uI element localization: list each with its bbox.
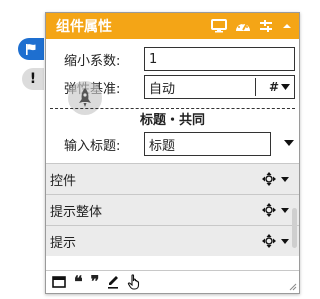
scrollbar[interactable]	[292, 208, 297, 248]
baseline-unit: #	[268, 80, 279, 94]
pen-icon[interactable]	[107, 275, 119, 289]
dashboard-icon[interactable]	[235, 19, 251, 33]
panel-title: 组件属性	[56, 19, 112, 35]
alert-icon: !	[29, 71, 37, 87]
input-title-row: 输入标题: 标题	[46, 129, 299, 159]
component-properties-panel: 组件属性 缩小系数: 1 自动 # 标题・共同 输入标题: 标题 控件 提示整体…	[45, 12, 300, 294]
baseline-select[interactable]: 自动 #	[144, 75, 295, 99]
input-title-field[interactable]: 标题	[144, 132, 294, 156]
group-hint-overall[interactable]: 提示整体	[46, 194, 299, 225]
chevron-down-icon[interactable]	[281, 238, 289, 244]
move-icon[interactable]	[262, 203, 276, 217]
group-label: 提示	[50, 235, 77, 251]
baseline-unit-select[interactable]: #	[269, 76, 290, 98]
section-title: 标题・共同	[46, 107, 299, 129]
scale-row: 缩小系数: 1	[46, 45, 299, 73]
resize-grip-icon[interactable]	[289, 283, 297, 291]
baseline-value: 自动	[149, 81, 176, 97]
rocket-icon	[79, 88, 91, 107]
group-label: 提示整体	[50, 204, 103, 220]
section-title-text: 标题・共同	[139, 112, 205, 128]
group-label: 控件	[50, 173, 77, 189]
open-quote-icon[interactable]: ❝	[74, 274, 83, 290]
scale-input[interactable]: 1	[144, 47, 295, 71]
panel-titlebar[interactable]: 组件属性	[46, 13, 299, 39]
window-icon[interactable]	[52, 276, 66, 288]
group-hint[interactable]: 提示	[46, 225, 299, 256]
chevron-down-icon[interactable]	[281, 207, 289, 213]
close-quote-icon[interactable]: ❞	[91, 274, 100, 290]
input-title-label: 输入标题:	[64, 138, 121, 154]
move-icon[interactable]	[262, 234, 276, 248]
bottom-toolbar: ❝ ❞	[46, 270, 299, 293]
scale-label: 缩小系数:	[64, 53, 121, 69]
flag-icon	[26, 44, 36, 55]
group-controls[interactable]: 控件	[46, 163, 299, 194]
input-title-dropdown-icon[interactable]	[284, 140, 294, 146]
monitor-icon[interactable]	[211, 19, 227, 33]
pointer-hand-icon[interactable]	[127, 274, 141, 290]
input-title-value: 标题	[149, 138, 176, 154]
chevron-down-icon	[281, 84, 290, 90]
alert-tab[interactable]: !	[22, 68, 44, 90]
flag-tab[interactable]	[18, 38, 44, 60]
filter-icon[interactable]	[259, 19, 273, 33]
chevron-down-icon[interactable]	[281, 176, 289, 182]
move-icon[interactable]	[262, 172, 276, 186]
collapse-icon[interactable]	[281, 20, 293, 32]
